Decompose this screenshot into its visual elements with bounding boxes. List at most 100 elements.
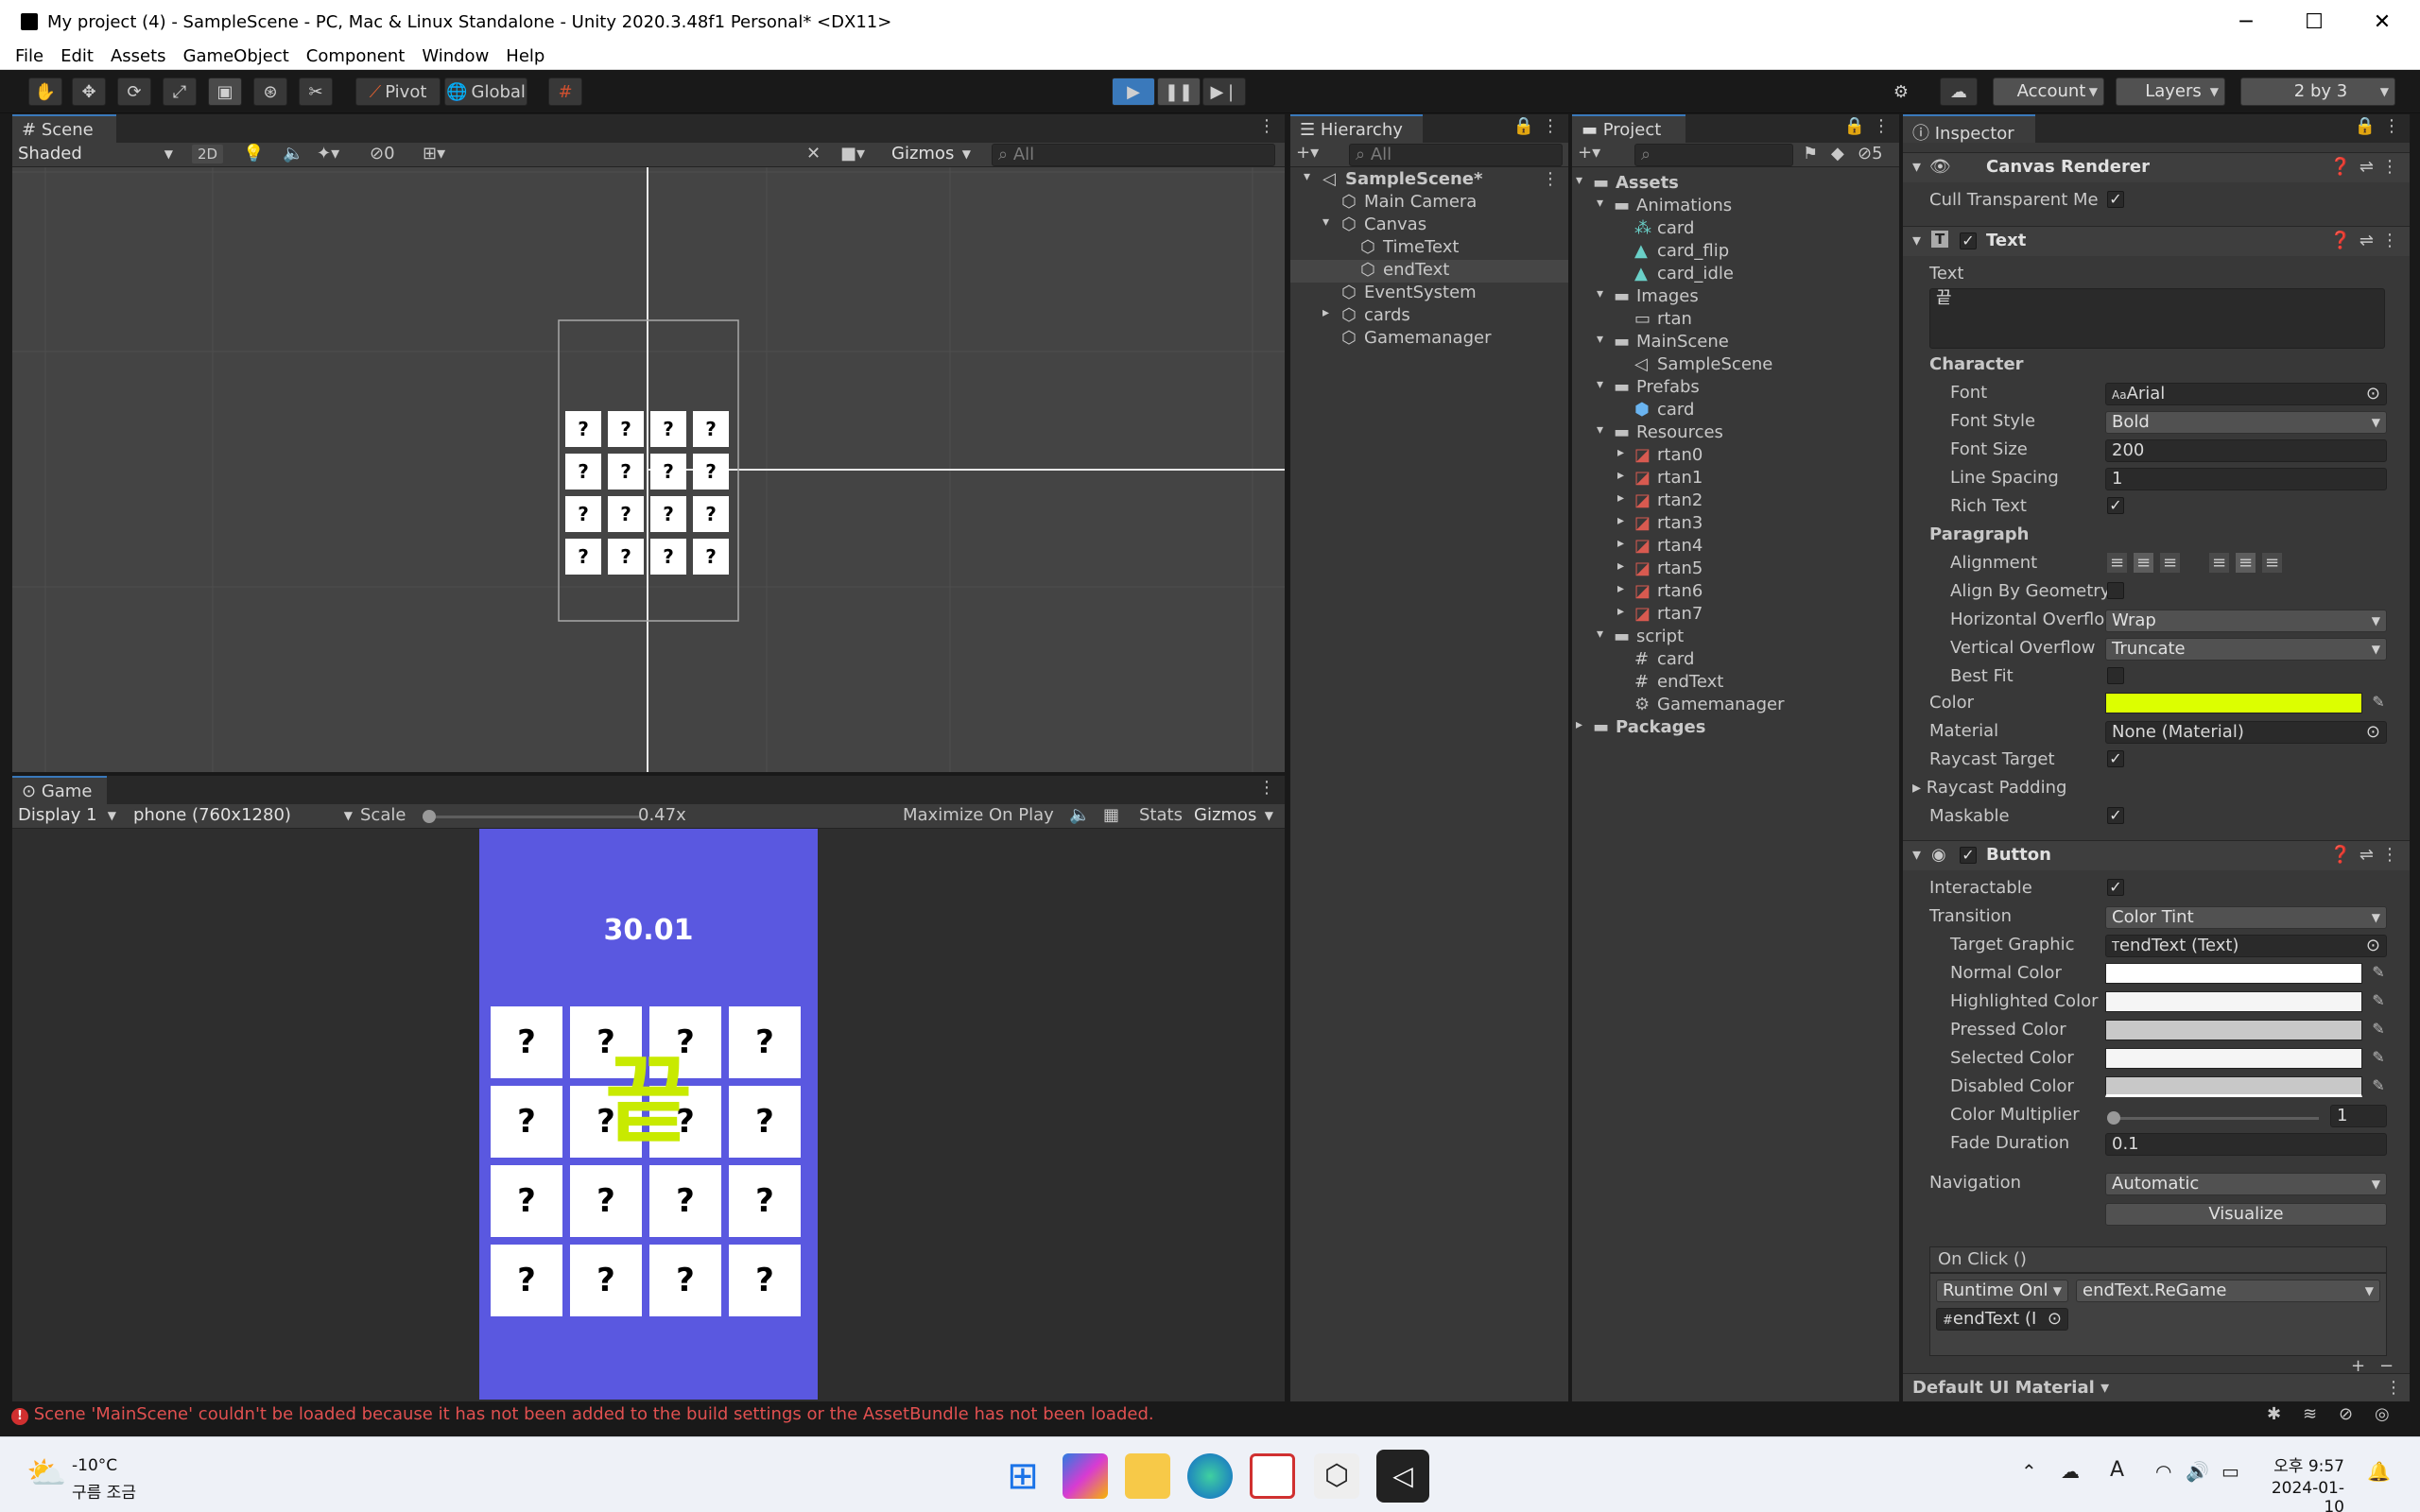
mute-audio-icon[interactable]: 🔈	[1069, 805, 1090, 825]
scene-card[interactable]: ?	[650, 454, 686, 490]
game-card[interactable]: ?	[729, 1006, 801, 1078]
lighting-icon[interactable]: 💡	[243, 144, 264, 163]
project-item[interactable]: ▲ card_flip	[1572, 241, 1899, 264]
align-middle-icon[interactable]: ≡	[2236, 553, 2256, 573]
hierarchy-search-input[interactable]: ⌕ All	[1349, 144, 1563, 166]
shading-dropdown[interactable]: Shaded	[12, 144, 179, 166]
search-by-type-icon[interactable]: ⚑	[1803, 144, 1818, 163]
cloud-settings-icon[interactable]: ⚙	[1887, 77, 1915, 106]
hidden-objects-icon[interactable]: ⊘0	[370, 144, 395, 163]
hidden-packages-icon[interactable]: ⊘5	[1858, 144, 1883, 163]
lock-icon[interactable]: 🔒	[1513, 116, 1534, 136]
object-picker-icon[interactable]: ⊙	[2048, 1309, 2062, 1330]
bug-report-icon[interactable]: ✱	[2267, 1404, 2281, 1424]
audio-icon[interactable]: 🔈	[283, 144, 303, 163]
end-text[interactable]: 끝	[593, 1054, 704, 1148]
font-size-input[interactable]: 200	[2105, 439, 2387, 462]
copilot-icon[interactable]	[1063, 1453, 1108, 1499]
project-item[interactable]: ⁂ card	[1572, 218, 1899, 241]
menu-component[interactable]: Component	[306, 46, 406, 66]
create-asset-button[interactable]: +▾	[1578, 143, 1600, 163]
display-dropdown[interactable]: Display 1	[12, 805, 122, 828]
canvas-renderer-header[interactable]: ▾ 👁 Canvas Renderer ❓ ⇌ ⋮	[1903, 152, 2410, 182]
font-object-field[interactable]: AaArial ⊙	[2105, 383, 2387, 405]
project-item[interactable]: ▸ ◪ rtan2	[1572, 490, 1899, 513]
camera-icon[interactable]: ■▾	[840, 144, 865, 163]
wifi-icon[interactable]: ◠	[2155, 1460, 2171, 1483]
project-item[interactable]: # endText	[1572, 672, 1899, 695]
foldout-arrow-icon[interactable]: ▸	[1617, 604, 1624, 619]
resolution-dropdown[interactable]: phone (760x1280)	[128, 805, 358, 828]
default-material-dropdown[interactable]: Default UI Material ▾	[1912, 1378, 2109, 1398]
component-menu-icon[interactable]: ⋮	[2381, 845, 2398, 865]
preset-icon[interactable]: ⇌	[2360, 845, 2374, 865]
weather-temp[interactable]: -10°C	[72, 1456, 117, 1475]
scene-card[interactable]: ?	[650, 411, 686, 447]
navigation-dropdown[interactable]: Automatic	[2105, 1173, 2387, 1195]
interactable-checkbox[interactable]: ✓	[2107, 879, 2124, 896]
game-card[interactable]: ?	[649, 1245, 721, 1316]
effects-icon[interactable]: ✦▾	[317, 144, 339, 163]
function-dropdown[interactable]: endText.ReGame	[2076, 1280, 2380, 1302]
pivot-toggle[interactable]: ⟋ Pivot	[355, 77, 441, 106]
close-button[interactable]: ✕	[2348, 0, 2416, 43]
eyedropper-icon[interactable]: ✎	[2370, 963, 2387, 984]
hierarchy-item[interactable]: ▾ ◁ SampleScene* ⋮	[1290, 169, 1568, 192]
scene-card[interactable]: ?	[693, 496, 729, 532]
kebab-menu-icon[interactable]: ⋮	[1258, 778, 1275, 798]
sync-app-icon[interactable]	[1250, 1453, 1295, 1499]
project-item[interactable]: # card	[1572, 649, 1899, 672]
grid-icon[interactable]: ⊞▾	[423, 144, 445, 163]
lock-icon[interactable]: 🔒	[2355, 116, 2376, 136]
hierarchy-item[interactable]: ⬡ EventSystem	[1290, 283, 1568, 305]
game-card[interactable]: ?	[491, 1086, 562, 1158]
button-enabled-checkbox[interactable]: ✓	[1960, 847, 1977, 864]
project-item[interactable]: ▸ ◪ rtan0	[1572, 445, 1899, 468]
project-item[interactable]: ⬢ card	[1572, 400, 1899, 422]
normal-color-swatch[interactable]	[2105, 963, 2362, 984]
help-icon[interactable]: ❓	[2330, 231, 2351, 250]
game-card[interactable]: ?	[491, 1245, 562, 1316]
kebab-menu-icon[interactable]: ⋮	[1258, 116, 1275, 136]
gizmos-dropdown[interactable]: Gizmos	[886, 144, 977, 166]
object-picker-icon[interactable]: ⊙	[2366, 722, 2380, 743]
hierarchy-item[interactable]: ▾ ⬡ Canvas	[1290, 215, 1568, 237]
rotate-tool-icon[interactable]: ⟳	[117, 77, 151, 106]
eyedropper-icon[interactable]: ✎	[2370, 1048, 2387, 1069]
scale-slider[interactable]	[423, 810, 640, 823]
hierarchy-item[interactable]: ⬡ endText	[1290, 260, 1568, 283]
align-bottom-icon[interactable]: ≡	[2262, 553, 2283, 573]
tray-chevron-icon[interactable]: ⌃	[2021, 1460, 2037, 1483]
component-menu-icon[interactable]: ⋮	[2381, 157, 2398, 177]
menu-file[interactable]: File	[15, 46, 43, 66]
tab-inspector[interactable]: ⓘ Inspector	[1903, 114, 2035, 144]
align-center-icon[interactable]: ≡	[2134, 553, 2154, 573]
menu-edit[interactable]: Edit	[60, 46, 94, 66]
foldout-arrow-icon[interactable]: ▾	[1322, 215, 1329, 230]
tools-icon[interactable]: ✕	[806, 144, 821, 163]
project-item[interactable]: ▸ ◪ rtan6	[1572, 581, 1899, 604]
layout-dropdown[interactable]: 2 by 3	[2240, 77, 2395, 106]
ime-indicator[interactable]: A	[2110, 1458, 2124, 1482]
step-button[interactable]: ▶❘	[1202, 77, 1246, 106]
menu-window[interactable]: Window	[422, 46, 489, 66]
project-item[interactable]: ⚙ Gamemanager	[1572, 695, 1899, 717]
foldout-arrow-icon[interactable]: ▾	[1597, 286, 1603, 301]
custom-tool-icon[interactable]: ✂	[299, 77, 333, 106]
game-card[interactable]: ?	[491, 1006, 562, 1078]
menu-assets[interactable]: Assets	[111, 46, 166, 66]
hierarchy-item[interactable]: ▸ ⬡ cards	[1290, 305, 1568, 328]
scene-card[interactable]: ?	[693, 539, 729, 575]
scene-search-input[interactable]: ⌕ All	[992, 144, 1275, 166]
maskable-checkbox[interactable]: ✓	[2107, 807, 2124, 824]
foldout-arrow-icon[interactable]: ▾	[1912, 845, 1921, 865]
scene-card[interactable]: ?	[693, 454, 729, 490]
project-item[interactable]: ▾ ▬ Animations	[1572, 196, 1899, 218]
project-item[interactable]: ◁ SampleScene	[1572, 354, 1899, 377]
scene-card[interactable]: ?	[608, 411, 644, 447]
2d-toggle[interactable]: 2D	[192, 145, 224, 163]
auto-generate-icon[interactable]: ◎	[2375, 1404, 2390, 1424]
project-item[interactable]: ▾ ▬ Resources	[1572, 422, 1899, 445]
help-icon[interactable]: ❓	[2330, 157, 2351, 177]
pressed-color-swatch[interactable]	[2105, 1020, 2362, 1040]
